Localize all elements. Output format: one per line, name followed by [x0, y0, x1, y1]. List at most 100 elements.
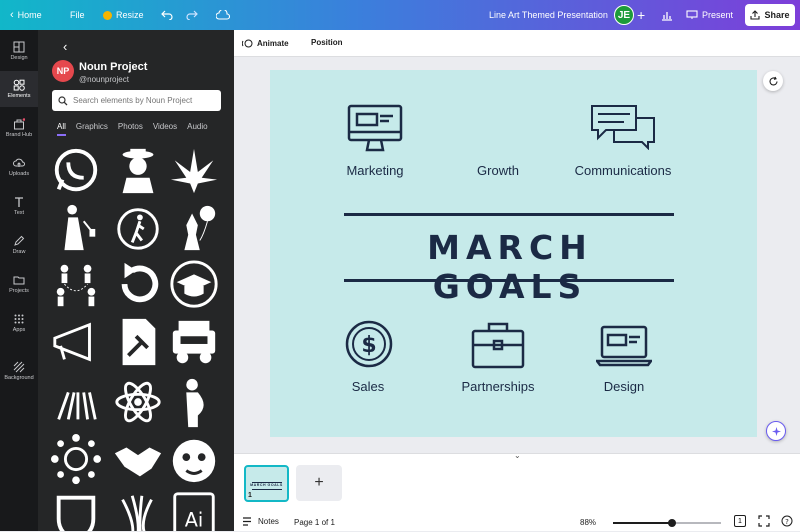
- rail-item-uploads[interactable]: Uploads: [0, 149, 38, 185]
- walking-person-graphic[interactable]: [112, 202, 164, 254]
- undo-button[interactable]: [161, 0, 173, 30]
- redo-button[interactable]: [186, 0, 198, 30]
- document-title[interactable]: Line Art Themed Presentation: [489, 0, 608, 30]
- tab-graphics[interactable]: Graphics: [76, 122, 108, 136]
- add-collaborator-button[interactable]: +: [637, 0, 645, 30]
- animate-button[interactable]: Animate: [242, 38, 289, 49]
- cannabis-leaf-icon: [170, 148, 218, 194]
- legal-document-icon: [122, 318, 156, 366]
- cannabis-leaf-graphic[interactable]: [168, 145, 220, 197]
- coin-network-icon: [50, 434, 102, 485]
- home-button[interactable]: ‹ Home: [10, 0, 42, 30]
- page-indicator[interactable]: Page 1 of 1: [294, 518, 335, 527]
- back-button[interactable]: ‹: [63, 39, 67, 54]
- bottom-bar: ⌄ MARCH GOALS 1 + Notes Page 1 of 1 88% …: [234, 451, 800, 532]
- tiger-face-graphic[interactable]: [168, 434, 220, 486]
- page-thumbnail[interactable]: MARCH GOALS 1: [244, 465, 289, 502]
- walking-person-icon: [117, 208, 159, 250]
- brand-icon: [14, 118, 25, 130]
- whatsapp-logo-graphic[interactable]: [50, 145, 102, 197]
- chevron-down-icon[interactable]: ⌄: [514, 451, 521, 460]
- tab-all[interactable]: All: [57, 122, 66, 136]
- magic-assistant-button[interactable]: [766, 421, 786, 441]
- partnerships-label: Partnerships: [461, 379, 535, 394]
- media-tabs: All Graphics Photos Videos Audio: [57, 122, 208, 136]
- rail-item-brand-hub[interactable]: Brand Hub: [0, 110, 38, 146]
- chess-piece-balloon-graphic[interactable]: [168, 202, 220, 254]
- cloud-save-button[interactable]: [216, 0, 230, 30]
- megaphone-icon: [53, 322, 91, 362]
- rail-label: Design: [10, 55, 28, 61]
- undo-icon: [161, 10, 173, 20]
- search-icon: [58, 95, 68, 105]
- jeep-vehicle-graphic[interactable]: [168, 317, 220, 369]
- rail-item-elements[interactable]: Elements: [0, 71, 38, 107]
- help-button[interactable]: ?: [781, 514, 793, 532]
- elements-panel: ‹ NP Noun Project @nounproject All Graph…: [38, 30, 234, 531]
- graduation-cap-graphic[interactable]: [168, 259, 220, 311]
- rail-item-draw[interactable]: Draw: [0, 227, 38, 263]
- svg-text:Ai: Ai: [185, 509, 204, 531]
- road-lines-graphic[interactable]: [50, 377, 102, 429]
- crown-icon: [103, 10, 112, 20]
- atom-graphic[interactable]: [112, 377, 164, 429]
- notes-button[interactable]: Notes: [242, 517, 279, 526]
- cloud-icon: [216, 10, 230, 20]
- avatar[interactable]: JE: [614, 5, 634, 25]
- share-icon: [750, 10, 761, 20]
- rail-item-projects[interactable]: Projects: [0, 266, 38, 302]
- creator-name[interactable]: Noun Project: [79, 61, 147, 73]
- megaphone-graphic[interactable]: [50, 317, 102, 369]
- rail-item-apps[interactable]: Apps: [0, 305, 38, 341]
- rail-label: Brand Hub: [5, 132, 33, 138]
- cowboy-figure-graphic[interactable]: [112, 145, 164, 197]
- ai-file-graphic[interactable]: Ai: [168, 490, 220, 531]
- tab-photos[interactable]: Photos: [118, 122, 143, 136]
- handshake-icon: [114, 447, 162, 477]
- woman-figure-graphic[interactable]: [50, 202, 102, 254]
- share-label: Share: [764, 10, 790, 20]
- thumb-page-number: 1: [248, 492, 252, 499]
- page-count-button[interactable]: 1: [734, 515, 746, 527]
- zoom-slider-fill: [613, 522, 673, 524]
- side-rail: Design Elements Brand Hub Uploads Text D…: [0, 30, 38, 531]
- tab-videos[interactable]: Videos: [153, 122, 177, 136]
- folder-icon: [13, 276, 25, 285]
- people-network-graphic[interactable]: [50, 259, 102, 311]
- search-box[interactable]: [52, 90, 221, 111]
- rail-item-design[interactable]: Design: [0, 33, 38, 69]
- add-page-button[interactable]: +: [296, 465, 342, 501]
- share-button[interactable]: Share: [745, 4, 795, 26]
- present-button[interactable]: Present: [686, 0, 733, 30]
- zoom-level[interactable]: 88%: [580, 518, 596, 527]
- rail-item-text[interactable]: Text: [0, 188, 38, 224]
- rail-item-background[interactable]: Background: [0, 353, 38, 389]
- tab-audio[interactable]: Audio: [187, 122, 207, 136]
- fullscreen-button[interactable]: [758, 514, 770, 532]
- legal-document-graphic[interactable]: [112, 317, 164, 369]
- zoom-slider[interactable]: [613, 519, 721, 527]
- communications-label: Communications: [574, 163, 672, 178]
- handshake-graphic[interactable]: [112, 434, 164, 486]
- thumb-headline: MARCH GOALS: [250, 483, 283, 487]
- search-input[interactable]: [73, 96, 213, 105]
- jeep-vehicle-icon: [172, 320, 216, 364]
- atom-icon: [115, 381, 161, 423]
- pregnant-woman-graphic[interactable]: [168, 377, 220, 429]
- file-menu[interactable]: File: [70, 0, 85, 30]
- refresh-icon: [768, 76, 778, 85]
- resize-button[interactable]: Resize: [103, 0, 144, 30]
- insights-button[interactable]: [661, 0, 673, 30]
- shield-badge-graphic[interactable]: [50, 490, 102, 531]
- striped-shape-icon: [121, 495, 153, 531]
- refresh-slide-button[interactable]: [763, 71, 783, 91]
- position-button[interactable]: Position: [311, 38, 343, 47]
- notes-label: Notes: [258, 517, 279, 526]
- striped-shape-graphic[interactable]: [112, 490, 164, 531]
- upload-icon: [13, 158, 25, 167]
- zoom-slider-handle[interactable]: [668, 519, 677, 527]
- editor-toolbar: Animate Position: [234, 30, 800, 57]
- coin-network-graphic[interactable]: [50, 434, 102, 486]
- undo-arrow-graphic[interactable]: [112, 259, 164, 311]
- svg-text:$: $: [361, 333, 376, 358]
